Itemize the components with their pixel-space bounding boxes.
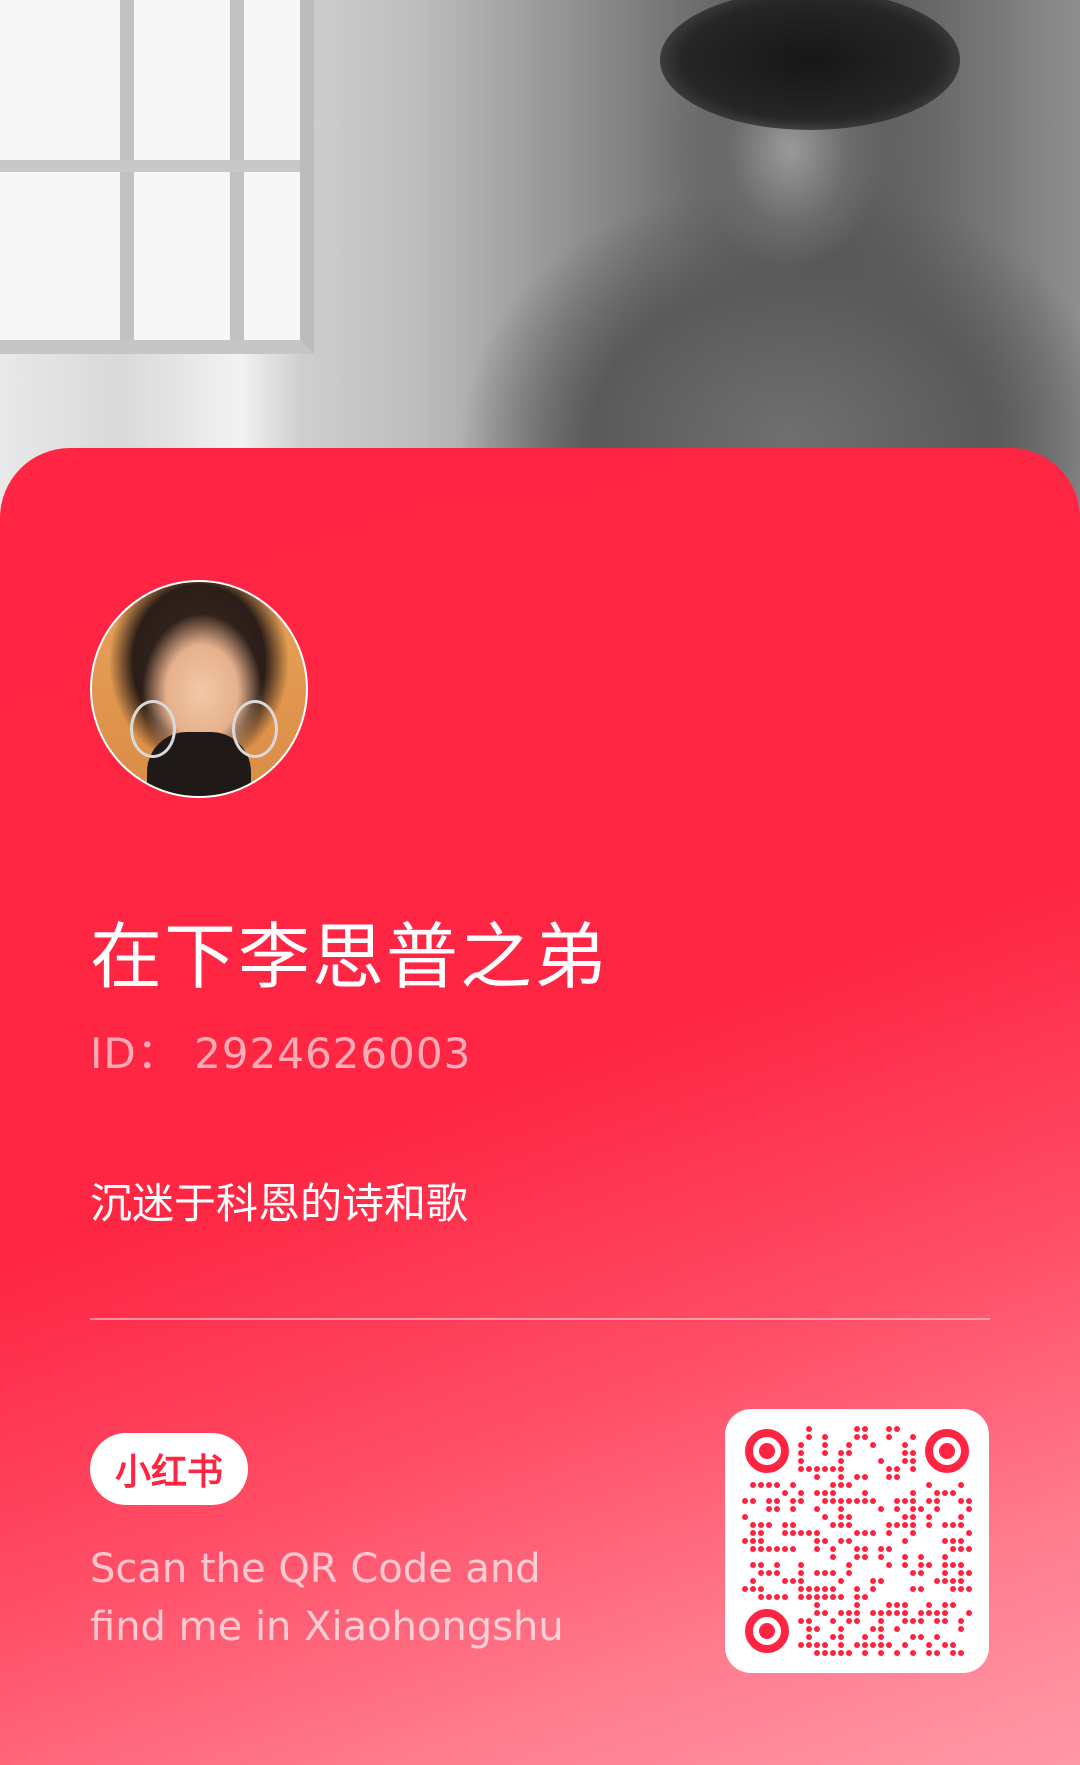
bio-text: 沉迷于科恩的诗和歌	[90, 1179, 469, 1228]
qr-code-icon	[742, 1426, 972, 1656]
tagline-line-2: find me in Xiaohongshu	[90, 1604, 564, 1650]
nickname: 在下李思普之弟	[90, 915, 609, 999]
qr-code[interactable]	[725, 1409, 989, 1673]
scan-tagline: Scan the QR Code and find me in Xiaohong…	[90, 1540, 564, 1656]
user-id: ID： 2924626003	[90, 1029, 472, 1078]
brand-logo: 小红书	[90, 1433, 248, 1505]
profile-card: 在下李思普之弟 ID： 2924626003 沉迷于科恩的诗和歌 小红书 Sca…	[0, 448, 1080, 1765]
divider	[90, 1318, 990, 1320]
avatar[interactable]	[90, 580, 308, 798]
window-shape	[0, 0, 314, 354]
tagline-line-1: Scan the QR Code and	[90, 1546, 541, 1592]
